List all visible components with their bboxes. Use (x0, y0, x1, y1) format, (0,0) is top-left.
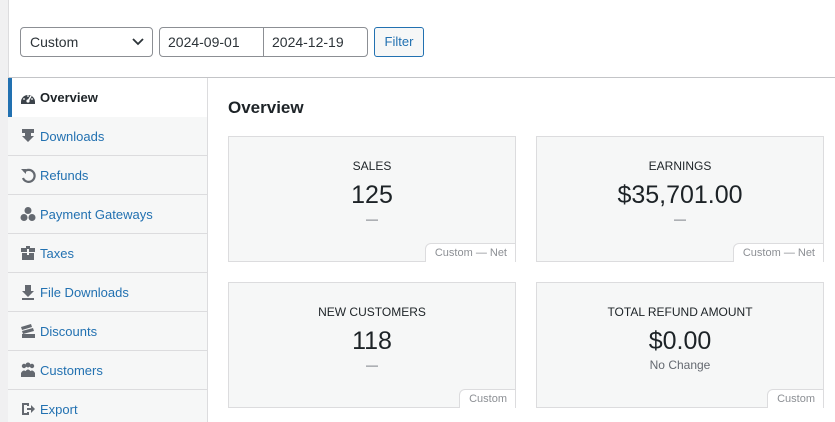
stat-card-sales: Sales 125 — Custom — Net (228, 136, 516, 262)
stat-tag: Custom (459, 389, 516, 408)
start-date-input[interactable]: 2024-09-01 (159, 27, 264, 57)
sidebar-item-file-downloads[interactable]: File Downloads (8, 273, 207, 312)
sidebar-item-label: Downloads (40, 128, 105, 144)
stat-change: No Change (649, 358, 711, 372)
undo-icon (21, 168, 36, 183)
stat-value: 125 (351, 181, 393, 209)
stat-tag: Custom — Net (424, 243, 516, 262)
reports-sidebar: Overview Downloads Refunds Payment Gatew… (8, 78, 208, 422)
sidebar-item-label: Discounts (40, 323, 98, 339)
stat-label: New Customers (318, 305, 426, 319)
stat-tag: Custom (767, 389, 824, 408)
export-icon (22, 403, 35, 415)
sidebar-item-refunds[interactable]: Refunds (8, 156, 207, 195)
page-title: Overview (228, 98, 304, 117)
report-filter-bar: Custom 2024-09-01 2024-12-19 Filter (8, 0, 835, 78)
sidebar-item-label: Export (40, 401, 78, 417)
sidebar-item-label: Refunds (40, 167, 89, 183)
date-range-select[interactable]: Custom (20, 27, 153, 57)
bank-icon (21, 246, 35, 260)
stat-value: $0.00 (648, 327, 712, 355)
stat-label: Earnings (648, 159, 712, 173)
sidebar-item-overview[interactable]: Overview (8, 78, 207, 117)
stat-change: — (366, 212, 378, 226)
sidebar-item-discounts[interactable]: Discounts (8, 312, 207, 351)
stat-value: $35,701.00 (617, 181, 743, 209)
sidebar-item-label: Overview (40, 90, 98, 105)
stat-tag: Custom — Net (732, 243, 824, 262)
sidebar-item-payment-gateways[interactable]: Payment Gateways (8, 195, 207, 234)
stat-card-new-customers: New Customers 118 — Custom (228, 282, 516, 408)
stat-label: Sales (352, 159, 392, 173)
end-date-input[interactable]: 2024-12-19 (263, 27, 368, 57)
dashboard-icon (21, 94, 35, 104)
stat-change: — (366, 358, 378, 372)
filter-button[interactable]: Filter (374, 27, 424, 57)
users-icon (21, 362, 35, 377)
stat-label: Total Refund Amount (607, 305, 753, 319)
stat-card-total-refund-amount: Total Refund Amount $0.00 No Change Cust… (536, 282, 824, 408)
sidebar-item-label: Taxes (40, 245, 74, 261)
sidebar-item-export[interactable]: Export (8, 390, 207, 422)
stat-change: — (674, 212, 686, 226)
download-icon (22, 285, 34, 300)
download-icon (22, 129, 34, 142)
sidebar-item-label: Customers (40, 362, 103, 378)
overview-panel: Overview Sales 125 — Custom — Net Earnin… (208, 78, 835, 422)
stat-value: 118 (352, 327, 392, 355)
tickets-icon (21, 324, 35, 338)
stat-card-earnings: Earnings $35,701.00 — Custom — Net (536, 136, 824, 262)
date-range-select-value: Custom (30, 34, 79, 50)
sidebar-item-taxes[interactable]: Taxes (8, 234, 207, 273)
sidebar-item-downloads[interactable]: Downloads (8, 117, 207, 156)
sidebar-item-customers[interactable]: Customers (8, 351, 207, 390)
groups-icon (20, 207, 36, 221)
chevron-down-icon (132, 38, 144, 46)
sidebar-item-label: File Downloads (40, 284, 129, 300)
sidebar-item-label: Payment Gateways (40, 206, 153, 222)
